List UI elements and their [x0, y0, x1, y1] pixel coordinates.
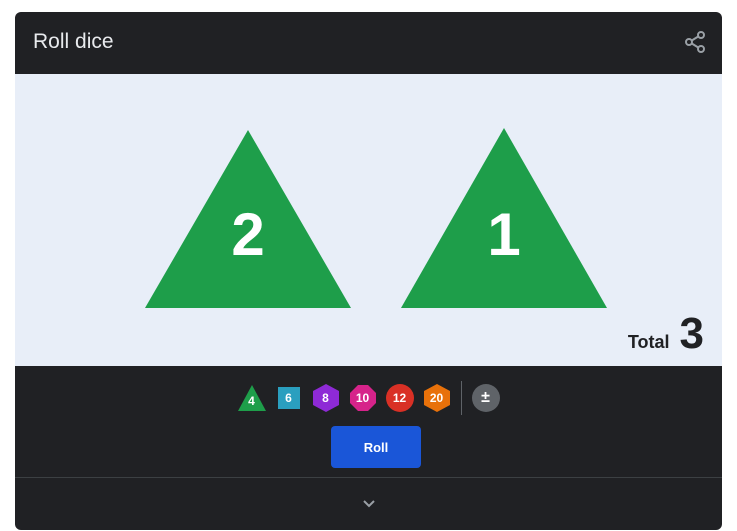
- card-header: Roll dice: [15, 12, 722, 74]
- d4-button[interactable]: 4: [237, 383, 267, 413]
- modifier-button[interactable]: ±: [471, 383, 501, 413]
- total-value: 3: [679, 309, 704, 358]
- d8-button[interactable]: 8: [311, 383, 341, 413]
- roll-button[interactable]: Roll: [331, 426, 421, 468]
- picker-divider: [460, 381, 462, 415]
- d6-button[interactable]: 6: [274, 383, 304, 413]
- total-label: Total: [627, 332, 670, 352]
- d10-label: 10: [355, 391, 370, 405]
- d20-label: 20: [429, 391, 444, 405]
- rolled-die-1-value: 2: [231, 201, 265, 268]
- expand-button[interactable]: [15, 478, 722, 530]
- dice-results-area: 2 1 Total 3: [15, 74, 722, 366]
- d4-label: 4: [248, 394, 255, 408]
- rolled-die-2-value: 1: [487, 201, 521, 268]
- d10-button[interactable]: 10: [348, 383, 378, 413]
- dice-roller-card: Roll dice 2 1 Total 3 4 6 8 10 12 20 ± R…: [15, 12, 722, 530]
- rolled-die-1: 2: [145, 130, 351, 308]
- share-icon[interactable]: [682, 29, 708, 55]
- card-title: Roll dice: [33, 30, 114, 53]
- chevron-down-icon: [362, 500, 375, 508]
- d20-button[interactable]: 20: [422, 383, 452, 413]
- d8-label: 8: [322, 391, 329, 405]
- modifier-label: ±: [481, 389, 490, 406]
- d12-label: 12: [392, 391, 407, 405]
- total-display: Total 3: [628, 312, 704, 356]
- dice-picker: 4 6 8 10 12 20 ±: [15, 378, 722, 418]
- d6-label: 6: [285, 391, 292, 405]
- rolled-die-2: 1: [401, 128, 607, 308]
- d12-button[interactable]: 12: [385, 383, 415, 413]
